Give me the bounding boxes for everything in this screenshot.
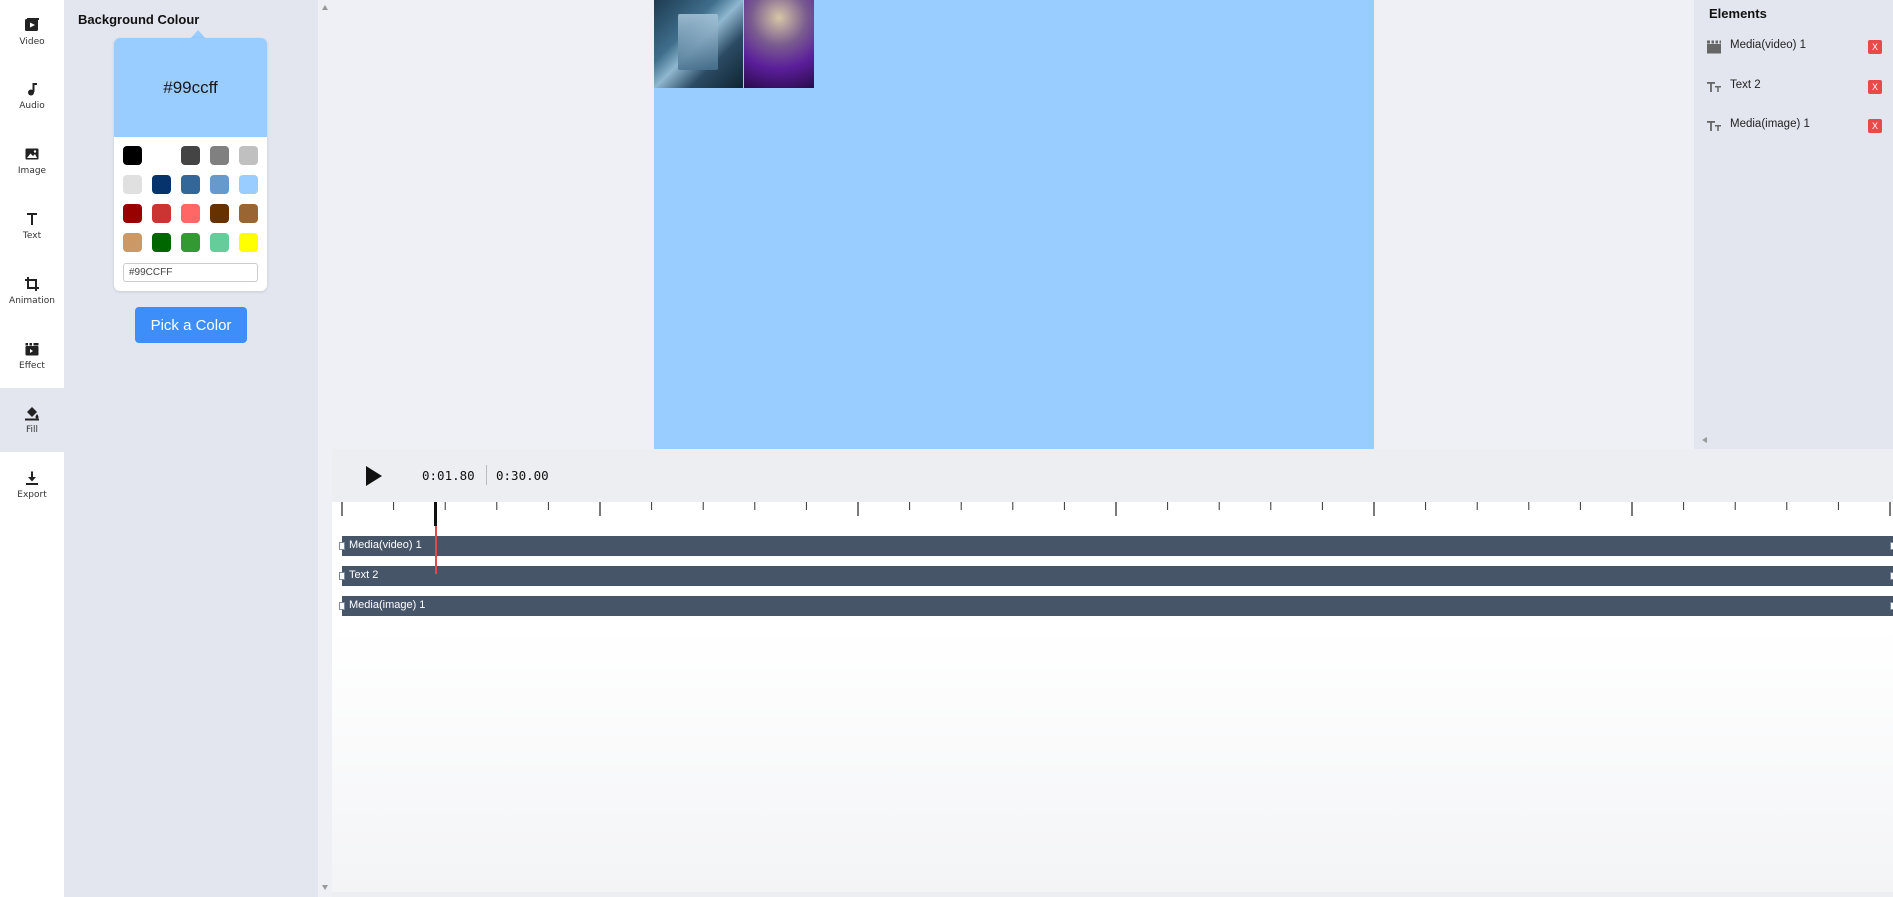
nav-item-label: Fill: [25, 425, 39, 435]
playhead-marker[interactable]: [434, 502, 437, 526]
element-row[interactable]: Media(video) 1 X: [1694, 35, 1893, 59]
text-icon: [27, 213, 37, 225]
color-preview-value: #99ccff: [163, 77, 218, 97]
color-swatch[interactable]: [123, 175, 142, 194]
color-swatch[interactable]: [152, 146, 171, 165]
elements-title: Elements: [1709, 6, 1767, 21]
nav-item-label: Text: [22, 231, 42, 241]
nav-item-image[interactable]: Image: [0, 129, 64, 193]
music-note-icon: [28, 83, 37, 96]
nav-item-export[interactable]: Export: [0, 453, 64, 517]
track-label: Text 2: [349, 569, 379, 581]
video-canvas[interactable]: [654, 0, 1374, 449]
timeline: 0:01.80 0:30.00 Media(video) 1 Text 2 Me…: [332, 449, 1893, 897]
timeline-scrollbar[interactable]: [332, 892, 1893, 897]
element-row[interactable]: Text 2 X: [1694, 75, 1893, 99]
color-swatch[interactable]: [181, 175, 200, 194]
scroll-up-icon[interactable]: [322, 5, 328, 10]
panel-scrollbar[interactable]: [318, 0, 332, 897]
nav-item-label: Effect: [19, 361, 45, 371]
track-label: Media(image) 1: [349, 599, 426, 611]
nav-item-audio[interactable]: Audio: [0, 64, 64, 128]
total-time: 0:30.00: [496, 468, 549, 483]
timeline-track[interactable]: Text 2: [339, 566, 1893, 586]
timeline-track[interactable]: Media(image) 1: [339, 596, 1893, 616]
clapperboard-icon: [25, 343, 39, 356]
nav-item-fill[interactable]: Fill: [0, 388, 64, 452]
image-icon: [25, 148, 39, 160]
track-start-handle[interactable]: [339, 542, 345, 550]
color-swatch[interactable]: [152, 204, 171, 223]
color-preview: #99ccff: [114, 38, 267, 137]
download-icon: [26, 471, 38, 485]
pick-color-button[interactable]: Pick a Color: [135, 307, 247, 343]
color-swatch[interactable]: [239, 175, 258, 194]
color-picker: #99ccff: [114, 38, 267, 291]
timeline-track[interactable]: Media(video) 1: [339, 536, 1893, 556]
color-swatch[interactable]: [123, 233, 142, 252]
clapperboard-icon: [1707, 40, 1721, 54]
color-swatch[interactable]: [239, 233, 258, 252]
track-start-handle[interactable]: [339, 602, 345, 610]
color-swatch[interactable]: [181, 204, 200, 223]
scroll-down-icon[interactable]: [322, 885, 328, 890]
current-time: 0:01.80: [422, 468, 475, 483]
element-label: Media(image) 1: [1730, 118, 1810, 130]
crop-icon: [25, 277, 39, 291]
nav-item-label: Animation: [9, 296, 55, 306]
color-swatch[interactable]: [123, 204, 142, 223]
elements-panel: Elements Media(video) 1 X Text 2 X Media…: [1694, 0, 1893, 449]
nav-item-label: Video: [19, 37, 45, 47]
color-swatch[interactable]: [181, 233, 200, 252]
color-swatch[interactable]: [210, 233, 229, 252]
track-label: Media(video) 1: [349, 539, 422, 551]
panel-title: Background Colour: [78, 12, 200, 27]
color-swatch[interactable]: [210, 204, 229, 223]
nav-item-label: Audio: [19, 101, 45, 111]
nav-item-effect[interactable]: Effect: [0, 324, 64, 388]
time-divider: [486, 465, 487, 485]
color-swatch[interactable]: [181, 146, 200, 165]
text-size-icon: [1707, 82, 1721, 92]
nav-item-text[interactable]: Text: [0, 194, 64, 258]
delete-element-button[interactable]: X: [1868, 40, 1882, 54]
paint-bucket-icon: [25, 407, 39, 421]
text-size-icon: [1707, 121, 1721, 131]
fill-panel: Background Colour #99ccff Pick a Color: [64, 0, 318, 897]
delete-element-button[interactable]: X: [1868, 80, 1882, 94]
playback-controls: 0:01.80 0:30.00: [332, 449, 1893, 502]
nav-item-label: Image: [17, 166, 47, 176]
nav-item-animation[interactable]: Animation: [0, 259, 64, 323]
delete-element-button[interactable]: X: [1868, 119, 1882, 133]
concert-video-element[interactable]: [744, 0, 814, 88]
color-swatch[interactable]: [210, 175, 229, 194]
color-swatch[interactable]: [123, 146, 142, 165]
time-ruler[interactable]: [332, 502, 1893, 529]
element-label: Media(video) 1: [1730, 39, 1807, 51]
color-swatch[interactable]: [239, 204, 258, 223]
nav-rail: Video Audio Image Text Animation Effect …: [0, 0, 64, 897]
city-image-element[interactable]: [654, 0, 743, 88]
scroll-left-icon[interactable]: [1702, 437, 1707, 443]
color-swatch[interactable]: [210, 146, 229, 165]
nav-item-label: Export: [17, 490, 47, 500]
stage-area: [332, 0, 1694, 449]
element-label: Text 2: [1730, 79, 1761, 91]
element-row[interactable]: Media(image) 1 X: [1694, 114, 1893, 138]
hex-color-input[interactable]: [123, 263, 258, 282]
color-swatch[interactable]: [239, 146, 258, 165]
elements-scrollbar[interactable]: [1694, 430, 1893, 449]
color-swatch[interactable]: [152, 233, 171, 252]
nav-item-video[interactable]: Video: [0, 0, 64, 64]
color-swatch[interactable]: [152, 175, 171, 194]
track-start-handle[interactable]: [339, 572, 345, 580]
play-icon[interactable]: [366, 466, 382, 486]
video-icon: [25, 18, 39, 31]
ruler-ticks: [341, 502, 1891, 516]
